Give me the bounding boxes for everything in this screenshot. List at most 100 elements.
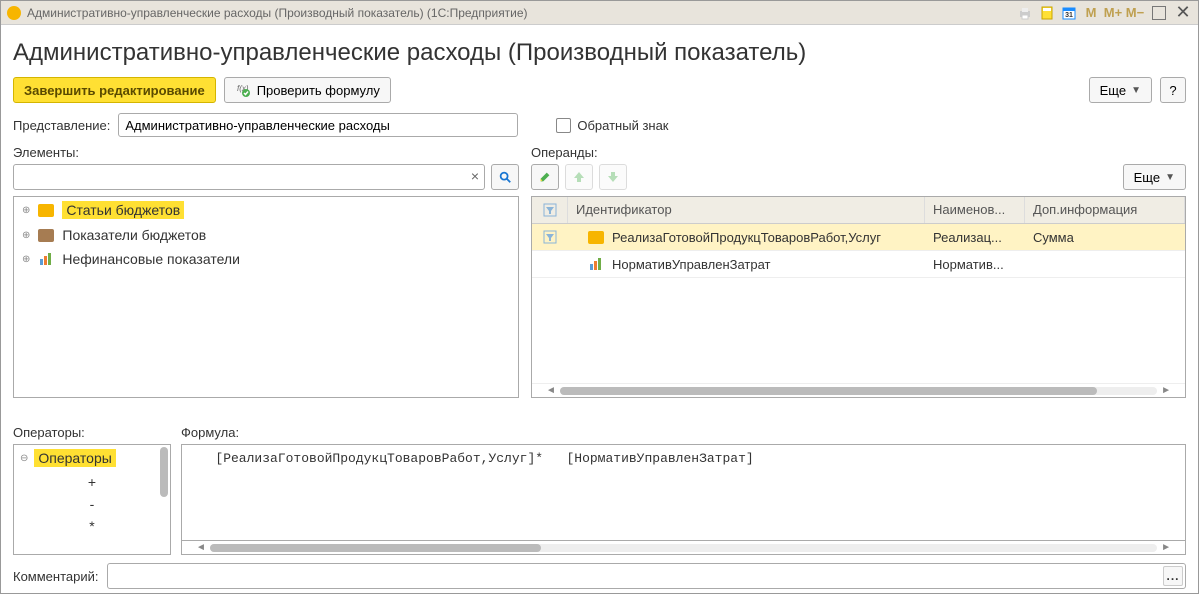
- comment-ellipsis-button[interactable]: ...: [1163, 566, 1183, 586]
- close-icon[interactable]: ✕: [1174, 4, 1192, 22]
- chevron-down-icon: ▼: [1131, 85, 1141, 96]
- calendar-icon[interactable]: 31: [1060, 4, 1078, 22]
- finish-editing-label: Завершить редактирование: [24, 83, 205, 98]
- collapse-icon[interactable]: ⊖: [20, 453, 28, 464]
- app-icon: [7, 6, 21, 20]
- operands-more-button[interactable]: Еще ▼: [1123, 164, 1186, 190]
- row-name-cell: Реализац...: [925, 225, 1025, 250]
- print-icon[interactable]: [1016, 4, 1034, 22]
- fx-check-icon: f(x): [235, 82, 251, 98]
- elements-tree[interactable]: ⊕ Статьи бюджетов ⊕ Показатели бюджетов …: [13, 196, 519, 398]
- more-button[interactable]: Еще ▼: [1089, 77, 1152, 103]
- th-id[interactable]: Идентификатор: [568, 197, 925, 223]
- th-name[interactable]: Наименов...: [925, 197, 1025, 223]
- chart-icon: [588, 256, 604, 272]
- reverse-sign-label: Обратный знак: [577, 118, 668, 133]
- operands-toolbar: Еще ▼: [531, 164, 1186, 190]
- table-header: Идентификатор Наименов... Доп.информация: [532, 197, 1185, 224]
- operators-group-label: Операторы: [34, 449, 115, 467]
- scroll-track[interactable]: [560, 387, 1157, 395]
- pencil-icon: [538, 169, 552, 185]
- window-title: Административно-управленческие расходы (…: [27, 6, 1016, 20]
- row-id-text: РеализаГотовойПродукцТоваровРабот,Услуг: [612, 230, 881, 245]
- comment-input[interactable]: [107, 563, 1187, 589]
- scroll-thumb[interactable]: [560, 387, 1097, 395]
- row-filter-icon: [532, 224, 568, 250]
- move-up-button: [565, 164, 593, 190]
- tree-item-budget-indicators[interactable]: ⊕ Показатели бюджетов: [14, 223, 518, 247]
- elements-search-wrap: ×: [13, 164, 485, 190]
- reverse-sign-checkbox[interactable]: [556, 118, 571, 133]
- operators-vscroll[interactable]: [160, 447, 168, 497]
- formula-text: [РеализаГотовойПродукцТоваровРабот,Услуг…: [192, 451, 754, 466]
- scroll-right-icon[interactable]: ►: [1157, 542, 1175, 553]
- tree-item-label: Нефинансовые показатели: [62, 251, 240, 267]
- main-columns: Элементы: × ⊕ Статьи бюджетов ⊕: [13, 145, 1186, 417]
- elements-search-input[interactable]: [13, 164, 485, 190]
- expand-icon[interactable]: ⊕: [22, 205, 30, 216]
- operators-group[interactable]: ⊖ Операторы: [14, 445, 170, 471]
- operands-column: Операнды: Еще ▼: [531, 145, 1186, 417]
- scroll-track[interactable]: [210, 544, 1157, 552]
- m-button[interactable]: M: [1082, 4, 1100, 22]
- calc-icon[interactable]: [1038, 4, 1056, 22]
- folder-icon: [38, 229, 54, 242]
- row-id-cell: НормативУправленЗатрат: [568, 251, 925, 277]
- th-info[interactable]: Доп.информация: [1025, 197, 1185, 223]
- elements-column: Элементы: × ⊕ Статьи бюджетов ⊕: [13, 145, 519, 417]
- table-body: РеализаГотовойПродукцТоваровРабот,Услуг …: [532, 224, 1185, 383]
- formula-hscroll[interactable]: ◄ ►: [181, 541, 1186, 555]
- expand-icon[interactable]: ⊕: [22, 230, 30, 241]
- page-title: Административно-управленческие расходы (…: [13, 39, 1186, 67]
- expand-icon[interactable]: ⊕: [22, 254, 30, 265]
- help-button[interactable]: ?: [1160, 77, 1186, 103]
- th-filter[interactable]: [532, 197, 568, 223]
- scroll-left-icon[interactable]: ◄: [192, 542, 210, 553]
- operator-minus[interactable]: -: [14, 493, 170, 515]
- comment-label: Комментарий:: [13, 569, 99, 584]
- table-row[interactable]: НормативУправленЗатрат Норматив...: [532, 251, 1185, 278]
- check-formula-label: Проверить формулу: [257, 83, 380, 98]
- more-label: Еще: [1100, 83, 1126, 98]
- operands-label: Операнды:: [531, 145, 1186, 160]
- comment-input-wrap: ...: [107, 563, 1187, 589]
- elements-search-row: ×: [13, 164, 519, 190]
- operands-table: Идентификатор Наименов... Доп.информация…: [531, 196, 1186, 398]
- chart-icon: [38, 251, 54, 267]
- content: Административно-управленческие расходы (…: [1, 25, 1198, 593]
- reverse-sign-checkbox-wrap[interactable]: Обратный знак: [556, 118, 668, 133]
- operands-more-label: Еще: [1134, 170, 1160, 185]
- representation-input[interactable]: [118, 113, 518, 137]
- tree-item-budget-articles[interactable]: ⊕ Статьи бюджетов: [14, 197, 518, 223]
- row-name-cell: Норматив...: [925, 252, 1025, 277]
- operator-plus[interactable]: +: [14, 471, 170, 493]
- filter-icon: [542, 202, 558, 218]
- titlebar-controls: 31 M M+ M− ✕: [1016, 4, 1192, 22]
- search-button[interactable]: [491, 164, 519, 190]
- formula-input[interactable]: [РеализаГотовойПродукцТоваровРабот,Услуг…: [181, 444, 1186, 541]
- operators-label: Операторы:: [13, 425, 171, 440]
- clear-search-icon[interactable]: ×: [471, 168, 479, 184]
- operator-multiply[interactable]: *: [14, 515, 170, 537]
- table-row[interactable]: РеализаГотовойПродукцТоваровРабот,Услуг …: [532, 224, 1185, 251]
- arrow-up-icon: [572, 170, 586, 184]
- tree-item-nonfinancial[interactable]: ⊕ Нефинансовые показатели: [14, 247, 518, 271]
- help-label: ?: [1169, 83, 1176, 98]
- row-id-cell: РеализаГотовойПродукцТоваровРабот,Услуг: [568, 225, 925, 250]
- formula-label: Формула:: [181, 425, 1186, 440]
- scroll-left-icon[interactable]: ◄: [542, 385, 560, 396]
- tree-item-label: Статьи бюджетов: [62, 201, 184, 219]
- scroll-right-icon[interactable]: ►: [1157, 385, 1175, 396]
- finish-editing-button[interactable]: Завершить редактирование: [13, 77, 216, 103]
- titlebar: Административно-управленческие расходы (…: [1, 1, 1198, 25]
- mplus-button[interactable]: M+: [1104, 4, 1122, 22]
- maximize-icon[interactable]: [1152, 6, 1166, 20]
- edit-operand-button[interactable]: [531, 164, 559, 190]
- mminus-button[interactable]: M−: [1126, 4, 1144, 22]
- formula-panel: Формула: [РеализаГотовойПродукцТоваровРа…: [181, 425, 1186, 555]
- scroll-thumb[interactable]: [210, 544, 542, 552]
- check-formula-button[interactable]: f(x) Проверить формулу: [224, 77, 391, 103]
- operands-hscroll[interactable]: ◄ ►: [532, 383, 1185, 397]
- operators-box[interactable]: ⊖ Операторы + - *: [13, 444, 171, 555]
- search-icon: [498, 169, 512, 185]
